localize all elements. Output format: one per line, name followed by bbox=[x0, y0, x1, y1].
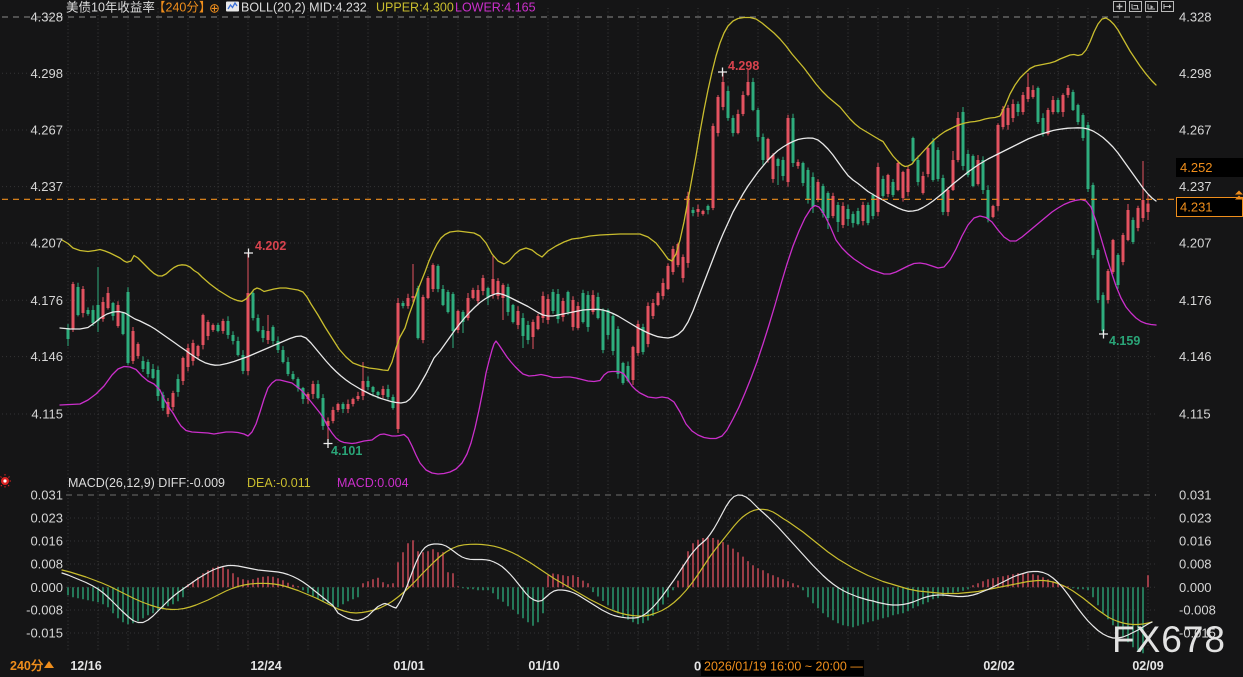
svg-text:01/10: 01/10 bbox=[528, 659, 559, 673]
svg-text:0.031: 0.031 bbox=[1179, 488, 1212, 503]
svg-text:02/09: 02/09 bbox=[1132, 659, 1163, 673]
svg-text:4.252: 4.252 bbox=[1180, 160, 1213, 175]
svg-text:4.207: 4.207 bbox=[1179, 236, 1212, 251]
svg-text:4.298: 4.298 bbox=[728, 59, 759, 73]
svg-text:-0.008: -0.008 bbox=[1179, 603, 1216, 618]
svg-text:4.267: 4.267 bbox=[30, 123, 63, 138]
svg-text:4.146: 4.146 bbox=[30, 349, 63, 364]
svg-text:美债10年收益率: 美债10年收益率 bbox=[66, 0, 155, 15]
svg-text:4.237: 4.237 bbox=[1179, 179, 1212, 194]
svg-text:4.328: 4.328 bbox=[30, 10, 63, 25]
svg-text:4.176: 4.176 bbox=[1179, 293, 1212, 308]
svg-text:MACD:0.004: MACD:0.004 bbox=[337, 476, 409, 490]
svg-text:4.207: 4.207 bbox=[30, 236, 63, 251]
svg-text:【240分】: 【240分】 bbox=[153, 1, 211, 15]
svg-text:12/16: 12/16 bbox=[70, 659, 101, 673]
svg-text:0.016: 0.016 bbox=[30, 534, 63, 549]
svg-text:0.023: 0.023 bbox=[1179, 511, 1212, 526]
svg-text:0.000: 0.000 bbox=[30, 580, 63, 595]
svg-text:4.115: 4.115 bbox=[1179, 407, 1211, 422]
svg-text:0.008: 0.008 bbox=[1179, 557, 1212, 572]
svg-text:MACD(26,12,9) DIFF:-0.009: MACD(26,12,9) DIFF:-0.009 bbox=[68, 476, 225, 490]
svg-text:4.298: 4.298 bbox=[30, 66, 63, 81]
svg-text:UPPER:4.300: UPPER:4.300 bbox=[376, 1, 454, 15]
svg-text:4.101: 4.101 bbox=[331, 444, 362, 458]
svg-text:0.016: 0.016 bbox=[1179, 534, 1212, 549]
svg-text:2026/01/19 16:00 ~ 20:00 —: 2026/01/19 16:00 ~ 20:00 — bbox=[704, 660, 863, 674]
svg-text:-0.015: -0.015 bbox=[26, 626, 63, 641]
svg-text:0.023: 0.023 bbox=[30, 511, 63, 526]
svg-text:240分: 240分 bbox=[10, 658, 44, 673]
svg-text:4.146: 4.146 bbox=[1179, 349, 1212, 364]
svg-text:⊕: ⊕ bbox=[209, 1, 220, 16]
svg-text:02/02: 02/02 bbox=[983, 659, 1014, 673]
svg-text:01/01: 01/01 bbox=[393, 659, 424, 673]
svg-text:12/24: 12/24 bbox=[250, 659, 281, 673]
svg-text:DEA:-0.011: DEA:-0.011 bbox=[247, 476, 311, 490]
svg-text:0.008: 0.008 bbox=[30, 557, 63, 572]
svg-text:4.159: 4.159 bbox=[1109, 334, 1140, 348]
svg-text:4.267: 4.267 bbox=[1179, 123, 1212, 138]
svg-text:0: 0 bbox=[694, 659, 701, 674]
svg-text:4.328: 4.328 bbox=[1179, 10, 1212, 25]
svg-text:4.176: 4.176 bbox=[30, 293, 63, 308]
svg-text:-0.008: -0.008 bbox=[26, 603, 63, 618]
svg-text:4.298: 4.298 bbox=[1179, 66, 1212, 81]
svg-text:0.031: 0.031 bbox=[30, 488, 63, 503]
svg-text:4.231: 4.231 bbox=[1180, 200, 1213, 215]
svg-text:4.237: 4.237 bbox=[30, 179, 63, 194]
svg-text:LOWER:4.165: LOWER:4.165 bbox=[455, 1, 536, 15]
svg-text:FX678: FX678 bbox=[1112, 619, 1226, 660]
svg-text:BOLL(20,2) MID:4.232: BOLL(20,2) MID:4.232 bbox=[241, 1, 367, 15]
svg-text:4.202: 4.202 bbox=[255, 239, 286, 253]
svg-text:0.000: 0.000 bbox=[1179, 580, 1212, 595]
svg-text:4.115: 4.115 bbox=[31, 407, 63, 422]
